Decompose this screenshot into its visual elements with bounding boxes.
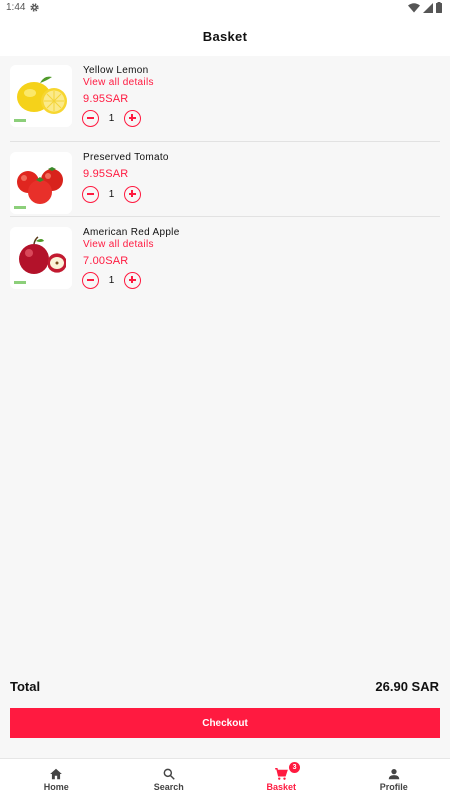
view-details-link[interactable]: View all details — [83, 77, 154, 88]
divider — [10, 216, 440, 217]
minus-icon — [86, 193, 94, 195]
basket-item: Yellow Lemon View all details 9.95SAR 1 — [10, 65, 440, 135]
quantity-stepper: 1 — [82, 185, 141, 203]
item-price: 7.00SAR — [83, 255, 129, 267]
lemon-image — [10, 65, 72, 127]
nav-item-home[interactable]: Home — [0, 759, 113, 800]
wifi-icon — [408, 2, 420, 12]
product-image-tomato[interactable] — [10, 152, 72, 214]
page-title: Basket — [202, 28, 248, 44]
settings-gear-icon — [30, 3, 39, 12]
quantity-value: 1 — [108, 188, 115, 200]
increase-button[interactable] — [124, 109, 141, 127]
cart-count-badge: 3 — [289, 762, 301, 773]
home-icon — [50, 768, 63, 780]
signal-icon — [423, 2, 433, 13]
minus-icon — [86, 279, 94, 281]
item-price: 9.95SAR — [83, 168, 129, 180]
item-name: American Red Apple — [83, 227, 180, 238]
nav-item-basket[interactable]: 3 Basket — [225, 759, 338, 800]
checkout-button[interactable]: Checkout — [10, 708, 440, 738]
app-bar: Basket — [0, 16, 450, 56]
view-details-link[interactable]: View all details — [83, 239, 154, 250]
total-label: Total — [10, 679, 41, 694]
item-name: Yellow Lemon — [83, 65, 149, 76]
apple-image — [10, 227, 72, 289]
search-icon — [163, 768, 175, 780]
product-image-apple[interactable] — [10, 227, 72, 289]
nav-label: Profile — [379, 782, 408, 792]
product-image-lemon[interactable] — [10, 65, 72, 127]
person-icon — [388, 769, 399, 780]
quantity-stepper: 1 — [82, 271, 141, 289]
battery-icon — [436, 2, 442, 13]
quantity-value: 1 — [108, 274, 115, 286]
status-time: 1:44 — [6, 2, 26, 13]
increase-button[interactable] — [124, 185, 141, 203]
cart-icon — [275, 768, 289, 780]
status-bar: 1:44 — [0, 0, 450, 16]
decrease-button[interactable] — [82, 185, 99, 203]
basket-item: Preserved Tomato 9.95SAR 1 — [10, 152, 440, 214]
minus-icon — [86, 117, 94, 119]
item-name: Preserved Tomato — [83, 152, 169, 163]
total-value: 26.90 SAR — [375, 679, 439, 694]
increase-button[interactable] — [124, 271, 141, 289]
status-icons — [408, 2, 442, 13]
nav-item-profile[interactable]: Profile — [338, 759, 450, 800]
nav-label: Basket — [266, 782, 297, 792]
bottom-nav: Home Search 3 Basket Profile — [0, 758, 450, 800]
quantity-stepper: 1 — [82, 109, 141, 127]
item-price: 9.95SAR — [83, 93, 129, 105]
tomato-image — [10, 152, 72, 214]
nav-item-search[interactable]: Search — [113, 759, 226, 800]
quantity-value: 1 — [108, 112, 115, 124]
basket-item: American Red Apple View all details 7.00… — [10, 227, 440, 297]
nav-label: Search — [153, 782, 184, 792]
nav-label: Home — [43, 782, 69, 792]
decrease-button[interactable] — [82, 271, 99, 289]
divider — [10, 141, 440, 142]
decrease-button[interactable] — [82, 109, 99, 127]
